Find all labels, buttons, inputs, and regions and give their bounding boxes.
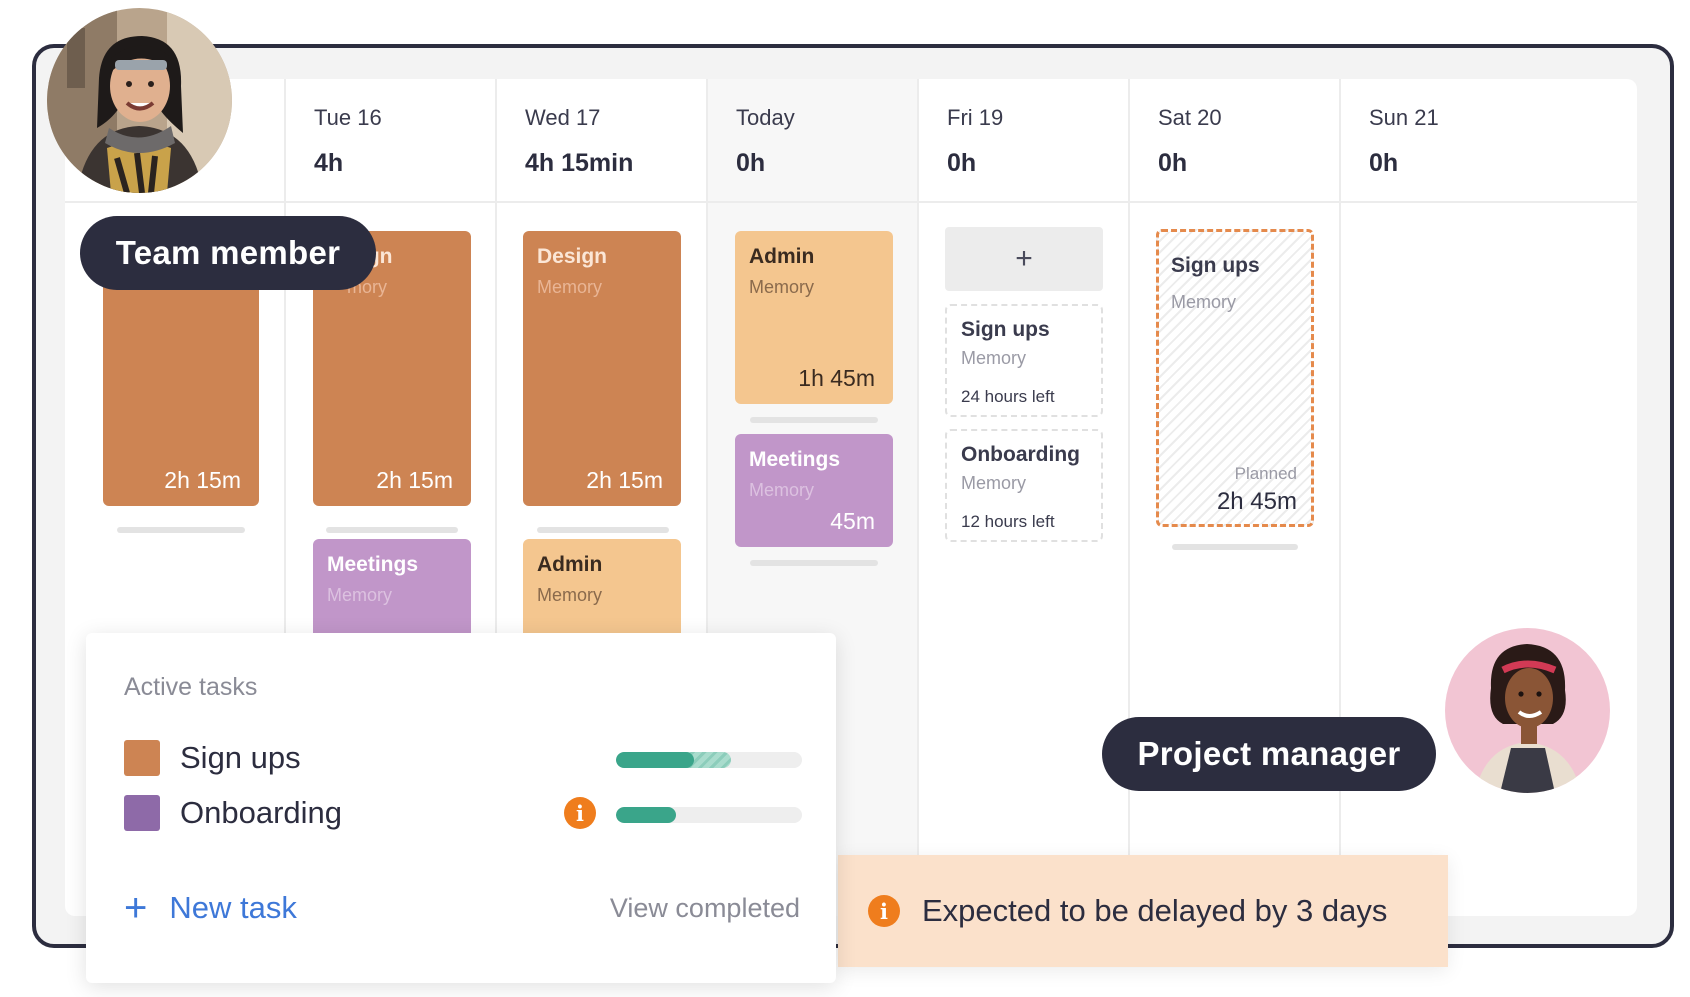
task-title: Onboarding bbox=[961, 443, 1080, 466]
view-completed-link[interactable]: View completed bbox=[610, 893, 800, 924]
info-icon: i bbox=[868, 895, 900, 927]
task-card-design[interactable]: Design Memory 2h 15m bbox=[523, 231, 681, 506]
project-manager-text: Project manager bbox=[1137, 735, 1401, 772]
app-stage: 2h 15m Tue 16 4h ign mory 2h 15m Meeting… bbox=[0, 0, 1690, 997]
task-progress-bar bbox=[616, 807, 802, 823]
day-hours: 0h bbox=[736, 149, 766, 177]
task-project: Memory bbox=[961, 348, 1027, 368]
task-card-admin[interactable]: Admin Memory 1h 45m bbox=[735, 231, 893, 404]
day-label: Wed 17 bbox=[525, 105, 601, 130]
task-project: Memory bbox=[537, 277, 603, 297]
task-project: Memory bbox=[749, 277, 815, 297]
day-label: Tue 16 bbox=[314, 105, 382, 130]
task-title: Admin bbox=[749, 245, 815, 268]
delay-banner: i Expected to be delayed by 3 days bbox=[838, 855, 1448, 967]
task-title: Admin bbox=[537, 553, 603, 576]
delay-text: Expected to be delayed by 3 days bbox=[922, 893, 1388, 928]
task-project: Memory bbox=[327, 585, 393, 605]
task-card-admin[interactable]: Admin Memory bbox=[523, 539, 681, 639]
capacity-bar bbox=[117, 527, 245, 533]
progress-done bbox=[616, 807, 676, 823]
day-hours: 0h bbox=[947, 149, 977, 177]
task-duration: 2h 45m bbox=[1216, 488, 1297, 515]
task-color-swatch bbox=[124, 740, 160, 776]
panel-title: Active tasks bbox=[124, 673, 258, 701]
task-name: Sign ups bbox=[180, 740, 301, 775]
task-title: Meetings bbox=[327, 553, 419, 576]
task-card-meetings[interactable]: Meetings Memory 45m bbox=[735, 434, 893, 547]
day-hours: 0h bbox=[1158, 149, 1188, 177]
new-task-label: New task bbox=[169, 890, 297, 925]
task-progress-bar bbox=[616, 752, 802, 768]
day-header: Fri 19 0h bbox=[919, 79, 1128, 203]
capacity-bar bbox=[537, 527, 669, 533]
warning-info-icon[interactable]: i bbox=[564, 797, 596, 829]
active-task-row-onboarding[interactable]: Onboarding i bbox=[124, 793, 804, 833]
capacity-bar bbox=[750, 417, 878, 423]
day-label: Today bbox=[736, 105, 795, 130]
task-project: Memory bbox=[537, 585, 603, 605]
task-card-onboarding[interactable]: Onboarding Memory 12 hours left bbox=[945, 429, 1103, 542]
progress-done bbox=[616, 752, 695, 768]
task-color-swatch bbox=[124, 795, 160, 831]
task-title: Sign ups bbox=[961, 318, 1050, 341]
task-title: Design bbox=[537, 245, 608, 268]
active-task-row-signups[interactable]: Sign ups bbox=[124, 738, 804, 778]
time-left: 24 hours left bbox=[961, 387, 1055, 406]
day-header: Sun 21 0h bbox=[1341, 79, 1637, 203]
task-card-meetings[interactable]: Meetings Memory bbox=[313, 539, 471, 639]
task-project: Memory bbox=[749, 480, 815, 500]
capacity-bar bbox=[750, 560, 878, 566]
task-duration: 2h 15m bbox=[586, 467, 663, 493]
active-tasks-panel: Active tasks Sign ups Onboarding i + New… bbox=[86, 633, 836, 983]
day-label: Sat 20 bbox=[1158, 105, 1222, 130]
plus-icon: + bbox=[124, 886, 148, 930]
task-duration: 45m bbox=[830, 508, 875, 534]
new-task-button[interactable]: + New task bbox=[124, 888, 297, 928]
task-duration: 1h 45m bbox=[798, 365, 875, 391]
team-member-avatar bbox=[47, 8, 232, 193]
day-hours: 4h 15min bbox=[525, 149, 634, 177]
day-header: Sat 20 0h bbox=[1130, 79, 1339, 203]
task-project: Memory bbox=[961, 473, 1027, 493]
day-label: Fri 19 bbox=[947, 105, 1004, 130]
capacity-bar bbox=[326, 527, 458, 533]
team-member-text: Team member bbox=[115, 234, 341, 271]
task-card-signups[interactable]: Sign ups Memory 24 hours left bbox=[945, 304, 1103, 417]
capacity-bar bbox=[1172, 544, 1298, 550]
task-title: Meetings bbox=[749, 448, 841, 471]
task-name: Onboarding bbox=[180, 795, 343, 830]
planned-task-signups[interactable]: Sign ups Memory Planned 2h 45m bbox=[1156, 229, 1314, 527]
day-header: Today 0h bbox=[708, 79, 917, 203]
task-duration: 2h 15m bbox=[164, 467, 241, 493]
day-header: Tue 16 4h bbox=[286, 79, 495, 203]
day-hours: 4h bbox=[314, 149, 344, 177]
project-manager-avatar bbox=[1445, 628, 1610, 793]
task-title: Sign ups bbox=[1171, 254, 1260, 277]
plus-icon: + bbox=[1015, 242, 1033, 275]
day-hours: 0h bbox=[1369, 149, 1399, 177]
team-member-label: Team member bbox=[80, 216, 376, 290]
day-label: Sun 21 bbox=[1369, 105, 1439, 130]
task-duration: 2h 15m bbox=[376, 467, 453, 493]
task-project: Memory bbox=[1171, 292, 1237, 312]
time-left: 12 hours left bbox=[961, 512, 1055, 531]
planned-label: Planned bbox=[1234, 464, 1297, 483]
day-column-fri: Fri 19 0h + Sign ups Memory 24 hours lef… bbox=[919, 79, 1130, 916]
day-header: Wed 17 4h 15min bbox=[497, 79, 706, 203]
add-task-slot[interactable]: + bbox=[945, 227, 1103, 291]
project-manager-label: Project manager bbox=[1102, 717, 1436, 791]
